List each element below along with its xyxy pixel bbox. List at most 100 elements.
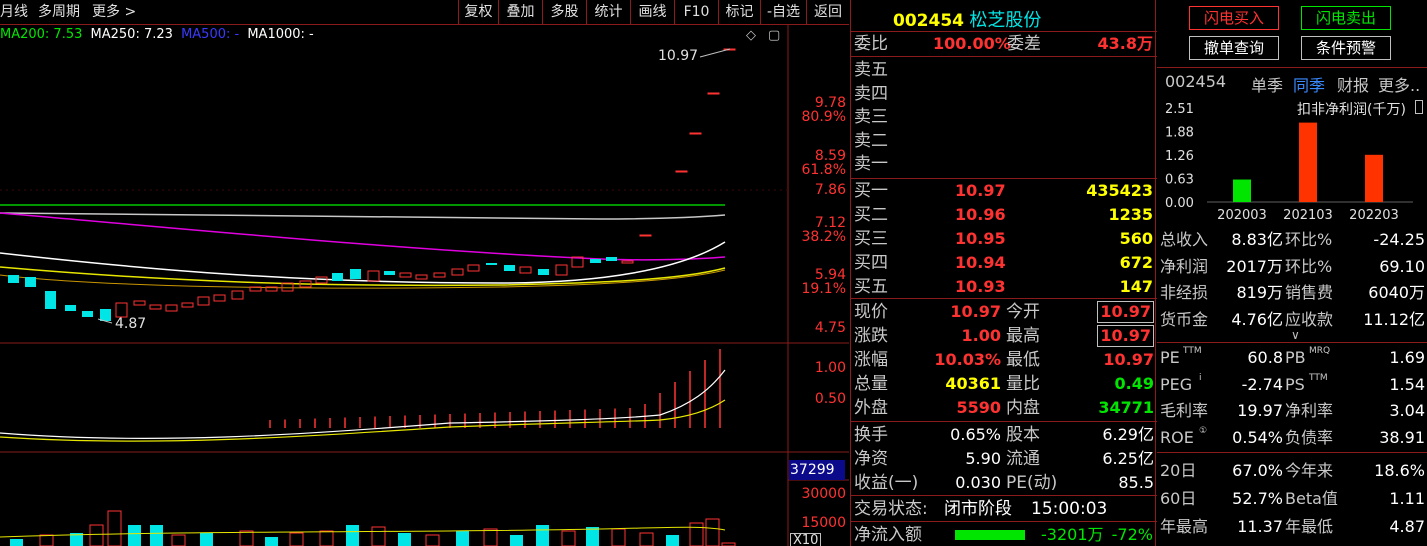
net-flow-value: -3201万 <box>1041 525 1104 544</box>
f10-button[interactable]: F10 <box>674 0 718 24</box>
fin-label-sup: TTM <box>1309 372 1328 383</box>
candle <box>467 264 480 272</box>
stat-row: 收益(一) 0.030 PE(动) 85.5 <box>851 471 1157 495</box>
candle <box>181 302 194 308</box>
tab-single-quarter[interactable]: 单季 <box>1251 72 1283 96</box>
price-tick: 9.78 <box>814 95 846 111</box>
fin-label: 净利润 <box>1160 256 1209 276</box>
multi-stock-button[interactable]: 多股 <box>542 0 586 24</box>
cancel-query-button[interactable]: 撤单查询 <box>1189 36 1279 60</box>
fin-label: Beta值 <box>1285 489 1338 508</box>
back-button[interactable]: 返回 <box>806 0 849 24</box>
stat-label: 量比 <box>1006 374 1040 394</box>
volume-bar <box>398 533 411 546</box>
profit-bar[interactable] <box>1365 154 1383 202</box>
statistics-button[interactable]: 统计 <box>586 0 630 24</box>
volume-bar <box>425 534 440 546</box>
fin-row: ROE ① 0.54% 负债率 38.91 <box>1157 425 1427 451</box>
condition-alert-button[interactable]: 条件预警 <box>1301 36 1391 60</box>
stat-value: 5.90 <box>965 449 1001 468</box>
candle <box>555 264 568 276</box>
fin-label: 年最低 <box>1285 517 1334 536</box>
candle <box>45 291 56 309</box>
kline-chart-area[interactable]: 月线 多周期 更多 > 复权 叠加 多股 统计 画线 F10 标记 -自选 返回… <box>0 0 849 546</box>
overlay-button[interactable]: 叠加 <box>498 0 542 24</box>
y-tick-label: 0.00 <box>1165 196 1194 211</box>
candle <box>367 270 380 282</box>
buy-level-row[interactable]: 买五 10.93 147 <box>851 275 1157 299</box>
stat-value: 85.5 <box>1118 473 1154 492</box>
volume-bar <box>705 518 720 546</box>
candle <box>639 234 652 237</box>
ind-tick: 0.50 <box>814 391 846 407</box>
expand-chevron-icon[interactable]: ∨ <box>1291 328 1300 342</box>
financial-panel: 闪电买入 闪电卖出 撤单查询 条件预警 002454 单季 同季 财报 更多..… <box>1157 0 1427 546</box>
ind-tick: 1.00 <box>814 360 846 376</box>
weidiff-label: 委差 <box>1007 34 1041 54</box>
volume-bar <box>666 535 679 546</box>
buy-level-row[interactable]: 买四 10.94 672 <box>851 251 1157 275</box>
profit-bar[interactable] <box>1233 179 1251 202</box>
mark-button[interactable]: 标记 <box>718 0 760 24</box>
fin-label: 60日 <box>1160 489 1197 508</box>
candle <box>350 269 361 279</box>
fin-value: 19.97 <box>1237 401 1283 420</box>
candle <box>25 277 36 287</box>
more-menu[interactable]: 更多 > <box>92 0 136 24</box>
quote-panel: 002454 松芝股份 委比 100.00% 委差 43.8万 卖五 卖四 卖三 卖二… <box>850 0 1157 546</box>
stat-row: 净资 5.90 流通 6.25亿 <box>851 447 1157 471</box>
fin-label-sup: MRQ <box>1309 346 1331 356</box>
candle <box>590 259 601 263</box>
candle <box>82 311 93 317</box>
candle <box>606 257 617 261</box>
weibi-row: 委比 100.00% 委差 43.8万 <box>851 32 1157 56</box>
tab-same-quarter[interactable]: 同季 <box>1293 72 1325 96</box>
period-monthly[interactable]: 月线 <box>0 0 28 24</box>
multi-period[interactable]: 多周期 <box>38 0 80 24</box>
volume-ma-line <box>0 526 726 538</box>
fin-value: 11.37 <box>1237 517 1283 536</box>
stat-label: 收益(一) <box>854 473 919 493</box>
fin-row: 净利润 2017万 环比% 69.10 <box>1157 254 1427 280</box>
fin-label: 净利率 <box>1285 401 1334 420</box>
restore-rights-button[interactable]: 复权 <box>458 0 498 24</box>
y-tick-label: 0.63 <box>1165 173 1194 188</box>
buy-level-row[interactable]: 买二 10.96 1235 <box>851 203 1157 227</box>
buy-level-label: 买三 <box>854 229 888 249</box>
fin-value: 4.76亿 <box>1231 309 1283 329</box>
fin-value: 1.69 <box>1389 348 1425 367</box>
flash-sell-button[interactable]: 闪电卖出 <box>1301 6 1391 30</box>
stat-row: 换手 0.65% 股本 6.29亿 <box>851 423 1157 447</box>
y-tick-label: 2.51 <box>1165 102 1194 117</box>
sell-level-row: 卖二 <box>851 129 1157 153</box>
stat-label: 今开 <box>1006 302 1040 322</box>
fin-value: 8.83亿 <box>1231 230 1283 249</box>
fin-label: 20日 <box>1160 461 1197 480</box>
volume-current-badge: 37299 <box>789 460 845 480</box>
remove-watchlist-button[interactable]: -自选 <box>760 0 806 24</box>
stat-value: 10.97 <box>950 302 1001 321</box>
stat-label: 最低 <box>1006 350 1040 370</box>
candle <box>538 269 549 275</box>
profit-bar-chart: 2.51 1.88 1.26 0.63 0.00 202003 202103 202203 <box>1165 102 1413 223</box>
flash-buy-button[interactable]: 闪电买入 <box>1189 6 1279 30</box>
y-tick-label: 1.88 <box>1165 126 1194 141</box>
fin-row: 毛利率 19.97 净利率 3.04 <box>1157 398 1427 424</box>
sell-level-label: 卖三 <box>854 107 888 127</box>
buy-level-price: 10.94 <box>955 253 1006 272</box>
kline-svg <box>0 25 849 546</box>
more-link[interactable]: 更多.. <box>1378 72 1420 96</box>
profit-bar[interactable] <box>1299 122 1317 202</box>
tab-report[interactable]: 财报 <box>1337 72 1369 96</box>
stat-value: 0.030 <box>955 473 1001 492</box>
buy-level-row[interactable]: 买三 10.95 560 <box>851 227 1157 251</box>
stat-value: 0.65% <box>950 425 1001 444</box>
candle <box>689 132 702 135</box>
draw-line-button[interactable]: 画线 <box>630 0 674 24</box>
buy-level-price: 10.95 <box>955 229 1006 248</box>
fin-value: -24.25 <box>1373 230 1425 249</box>
stat-value: 34771 <box>1098 398 1154 417</box>
buy-level-row[interactable]: 买一 10.97 435423 <box>851 179 1157 203</box>
candle <box>415 274 428 280</box>
sell-level-row: 卖一 <box>851 152 1157 176</box>
